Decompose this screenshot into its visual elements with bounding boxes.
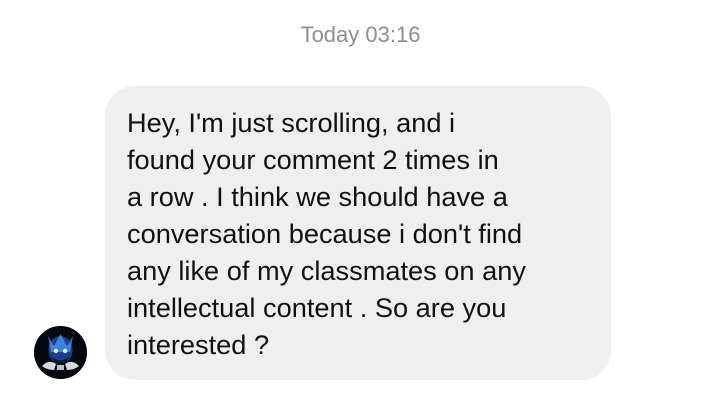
message-row: Hey, I'm just scrolling, and i found you…	[0, 0, 709, 418]
avatar-image	[34, 326, 87, 379]
user-avatar-icon[interactable]	[34, 326, 87, 379]
incoming-message-bubble[interactable]: Hey, I'm just scrolling, and i found you…	[105, 86, 611, 380]
message-text: Hey, I'm just scrolling, and i found you…	[127, 107, 526, 360]
